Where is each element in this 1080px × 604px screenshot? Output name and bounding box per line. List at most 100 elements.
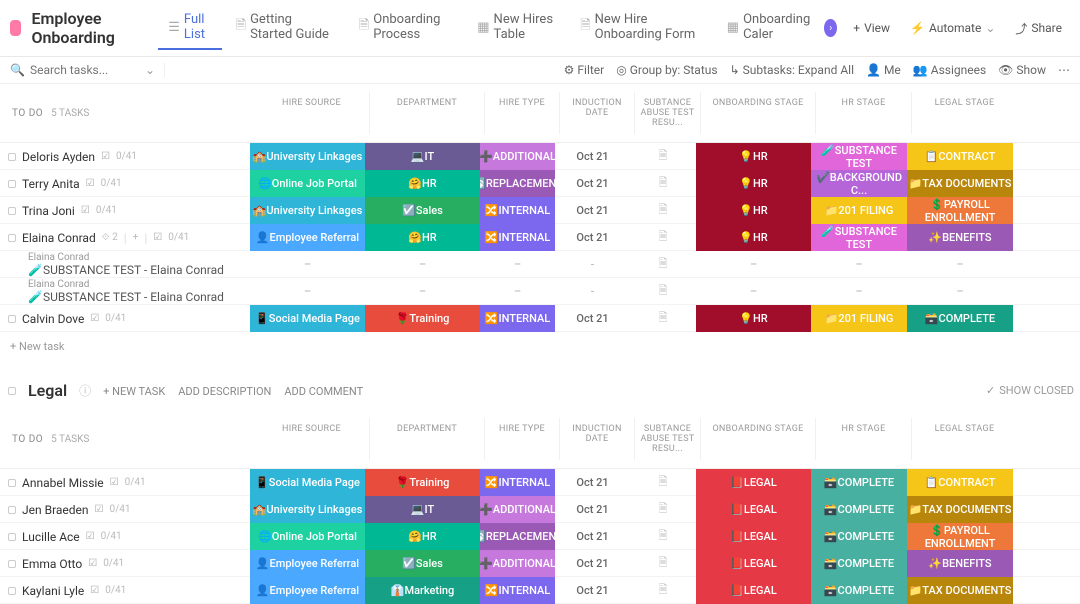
tag-cell[interactable]: 🔄REPLACEMENT: [480, 170, 555, 197]
tag-cell[interactable]: 🌹Training: [365, 305, 480, 332]
tag-cell[interactable]: 📁TAX DOCUMENTS: [907, 577, 1013, 604]
tag-cell[interactable]: 👤Employee Referral: [250, 550, 365, 577]
tag-cell[interactable]: 📋CONTRACT: [907, 469, 1013, 496]
tag-cell[interactable]: 📱Social Media Page: [250, 305, 365, 332]
tab-new-hires-table[interactable]: ▦New Hires Table: [467, 6, 566, 50]
me-button[interactable]: 👤 Me: [866, 63, 901, 77]
doc-icon[interactable]: 🗎: [630, 469, 696, 496]
tag-cell[interactable]: 💡HR: [696, 197, 811, 224]
doc-icon[interactable]: 🗎: [630, 170, 696, 197]
task-name[interactable]: Calvin Dove: [22, 312, 84, 326]
table-row[interactable]: Jen Braeden☑0/41 🏫University Linkages💻IT…: [0, 496, 1080, 523]
tag-cell[interactable]: ✔️BACKGROUND C...: [811, 170, 907, 197]
col-hire-source[interactable]: HIRE SOURCE: [254, 92, 369, 134]
tag-cell[interactable]: 🗃️COMPLETE: [811, 577, 907, 604]
tag-cell[interactable]: 💡HR: [696, 143, 811, 170]
tag-cell[interactable]: ☑️Sales: [365, 197, 480, 224]
view-button[interactable]: + View: [845, 17, 898, 39]
tag-cell[interactable]: 📕LEGAL: [696, 523, 811, 550]
tag-cell[interactable]: 🤗HR: [365, 224, 480, 251]
tag-cell[interactable]: 🗃️COMPLETE: [811, 469, 907, 496]
status-dot[interactable]: [8, 234, 16, 242]
doc-icon[interactable]: 🗎: [630, 197, 696, 224]
new-task-button[interactable]: + New task: [0, 332, 1080, 361]
status-dot[interactable]: [8, 207, 16, 215]
tag-cell[interactable]: 🤗HR: [365, 523, 480, 550]
more-icon[interactable]: ⋯: [1058, 63, 1070, 77]
doc-icon[interactable]: 🗎: [630, 577, 696, 604]
table-row[interactable]: Trina Joni☑0/41 🏫University Linkages☑️Sa…: [0, 197, 1080, 224]
date-cell[interactable]: Oct 21: [555, 305, 630, 332]
tag-cell[interactable]: ➕ADDITIONAL: [480, 143, 555, 170]
tag-cell[interactable]: 📱Social Media Page: [250, 469, 365, 496]
tag-cell[interactable]: 🔀INTERNAL: [480, 197, 555, 224]
task-name[interactable]: Elaina Conrad: [22, 231, 96, 245]
date-cell[interactable]: Oct 21: [555, 577, 630, 604]
show-closed-button[interactable]: ✓ SHOW CLOSED: [986, 384, 1074, 397]
subtask-row[interactable]: Elaina Conrad🧪SUBSTANCE TEST - Elaina Co…: [0, 251, 1080, 278]
table-row[interactable]: Deloris Ayden☑0/41 🏫University Linkages💻…: [0, 143, 1080, 170]
tag-cell[interactable]: 📕LEGAL: [696, 496, 811, 523]
status-dot[interactable]: [8, 533, 16, 541]
info-icon[interactable]: ⓘ: [79, 382, 91, 399]
tag-cell[interactable]: 💡HR: [696, 224, 811, 251]
tag-cell[interactable]: 🏫University Linkages: [250, 143, 365, 170]
new-task-legal[interactable]: + NEW TASK: [103, 385, 165, 398]
table-row[interactable]: Calvin Dove☑0/41 📱Social Media Page🌹Trai…: [0, 305, 1080, 332]
doc-icon[interactable]: 🗎: [630, 550, 696, 577]
tag-cell[interactable]: 🔀INTERNAL: [480, 305, 555, 332]
date-cell[interactable]: Oct 21: [555, 143, 630, 170]
tag-cell[interactable]: 💡HR: [696, 305, 811, 332]
task-name[interactable]: Trina Joni: [22, 204, 75, 218]
add-description[interactable]: ADD DESCRIPTION: [178, 385, 271, 398]
date-cell[interactable]: Oct 21: [555, 170, 630, 197]
tag-cell[interactable]: 👤Employee Referral: [250, 224, 365, 251]
search-input[interactable]: [30, 63, 140, 77]
table-row[interactable]: Emma Otto☑0/41 👤Employee Referral☑️Sales…: [0, 550, 1080, 577]
doc-icon[interactable]: 🗎: [630, 305, 696, 332]
status-dot[interactable]: [8, 560, 16, 568]
task-name[interactable]: Jen Braeden: [22, 503, 89, 517]
table-row[interactable]: Terry Anita☑0/41 🌐Online Job Portal🤗HR🔄R…: [0, 170, 1080, 197]
tag-cell[interactable]: 📁201 FILING: [811, 305, 907, 332]
status-dot[interactable]: [8, 506, 16, 514]
col-substance[interactable]: SUBTANCE ABUSE TEST RESU...: [634, 92, 700, 134]
col-department[interactable]: DEPARTMENT: [369, 92, 484, 134]
col-induction-date[interactable]: INDUCTION DATE: [559, 92, 634, 134]
tag-cell[interactable]: 🗃️COMPLETE: [811, 523, 907, 550]
date-cell[interactable]: Oct 21: [555, 224, 630, 251]
tag-cell[interactable]: 🤗HR: [365, 170, 480, 197]
tag-cell[interactable]: 👔Marketing: [365, 577, 480, 604]
tag-cell[interactable]: 🗃️COMPLETE: [811, 496, 907, 523]
tag-cell[interactable]: 🔀INTERNAL: [480, 577, 555, 604]
filter-button[interactable]: ⚙ Filter: [564, 63, 605, 77]
table-row[interactable]: Elaina Conrad ⟐ 2 | + | ☑0/41 👤Employee …: [0, 224, 1080, 251]
tag-cell[interactable]: 💻IT: [365, 143, 480, 170]
tag-cell[interactable]: ➕ADDITIONAL: [480, 496, 555, 523]
tag-cell[interactable]: 💲PAYROLL ENROLLMENT: [907, 197, 1013, 224]
share-button[interactable]: ⤴ Share: [1007, 16, 1070, 41]
automate-button[interactable]: ⚡ Automate ⌄: [902, 17, 1003, 39]
date-cell[interactable]: Oct 21: [555, 197, 630, 224]
tag-cell[interactable]: 📋CONTRACT: [907, 143, 1013, 170]
date-cell[interactable]: Oct 21: [555, 523, 630, 550]
tag-cell[interactable]: ☑️Sales: [365, 550, 480, 577]
col-hr-stage[interactable]: HR STAGE: [815, 92, 911, 134]
tag-cell[interactable]: 💲PAYROLL ENROLLMENT: [907, 523, 1013, 550]
status-dot[interactable]: [8, 587, 16, 595]
col-hire-type[interactable]: HIRE TYPE: [484, 92, 559, 134]
task-name[interactable]: Deloris Ayden: [22, 150, 95, 164]
task-name[interactable]: Lucille Ace: [22, 530, 80, 544]
tab-new-hire-form[interactable]: 🗎New Hire Onboarding Form: [570, 6, 713, 50]
tag-cell[interactable]: 💡HR: [696, 170, 811, 197]
col-onboarding-stage[interactable]: ONBOARDING STAGE: [700, 92, 815, 134]
table-row[interactable]: Annabel Missie☑0/41 📱Social Media Page🌹T…: [0, 469, 1080, 496]
tag-cell[interactable]: 🌐Online Job Portal: [250, 170, 365, 197]
assignees-button[interactable]: 👥 Assignees: [913, 63, 986, 77]
tag-cell[interactable]: 🧪SUBSTANCE TEST: [811, 143, 907, 170]
tag-cell[interactable]: 🧪SUBSTANCE TEST: [811, 224, 907, 251]
tabs-overflow[interactable]: ›: [824, 19, 837, 37]
chevron-down-icon[interactable]: ⌄: [145, 63, 155, 77]
tag-cell[interactable]: 🗃️COMPLETE: [907, 305, 1013, 332]
tag-cell[interactable]: 📕LEGAL: [696, 577, 811, 604]
